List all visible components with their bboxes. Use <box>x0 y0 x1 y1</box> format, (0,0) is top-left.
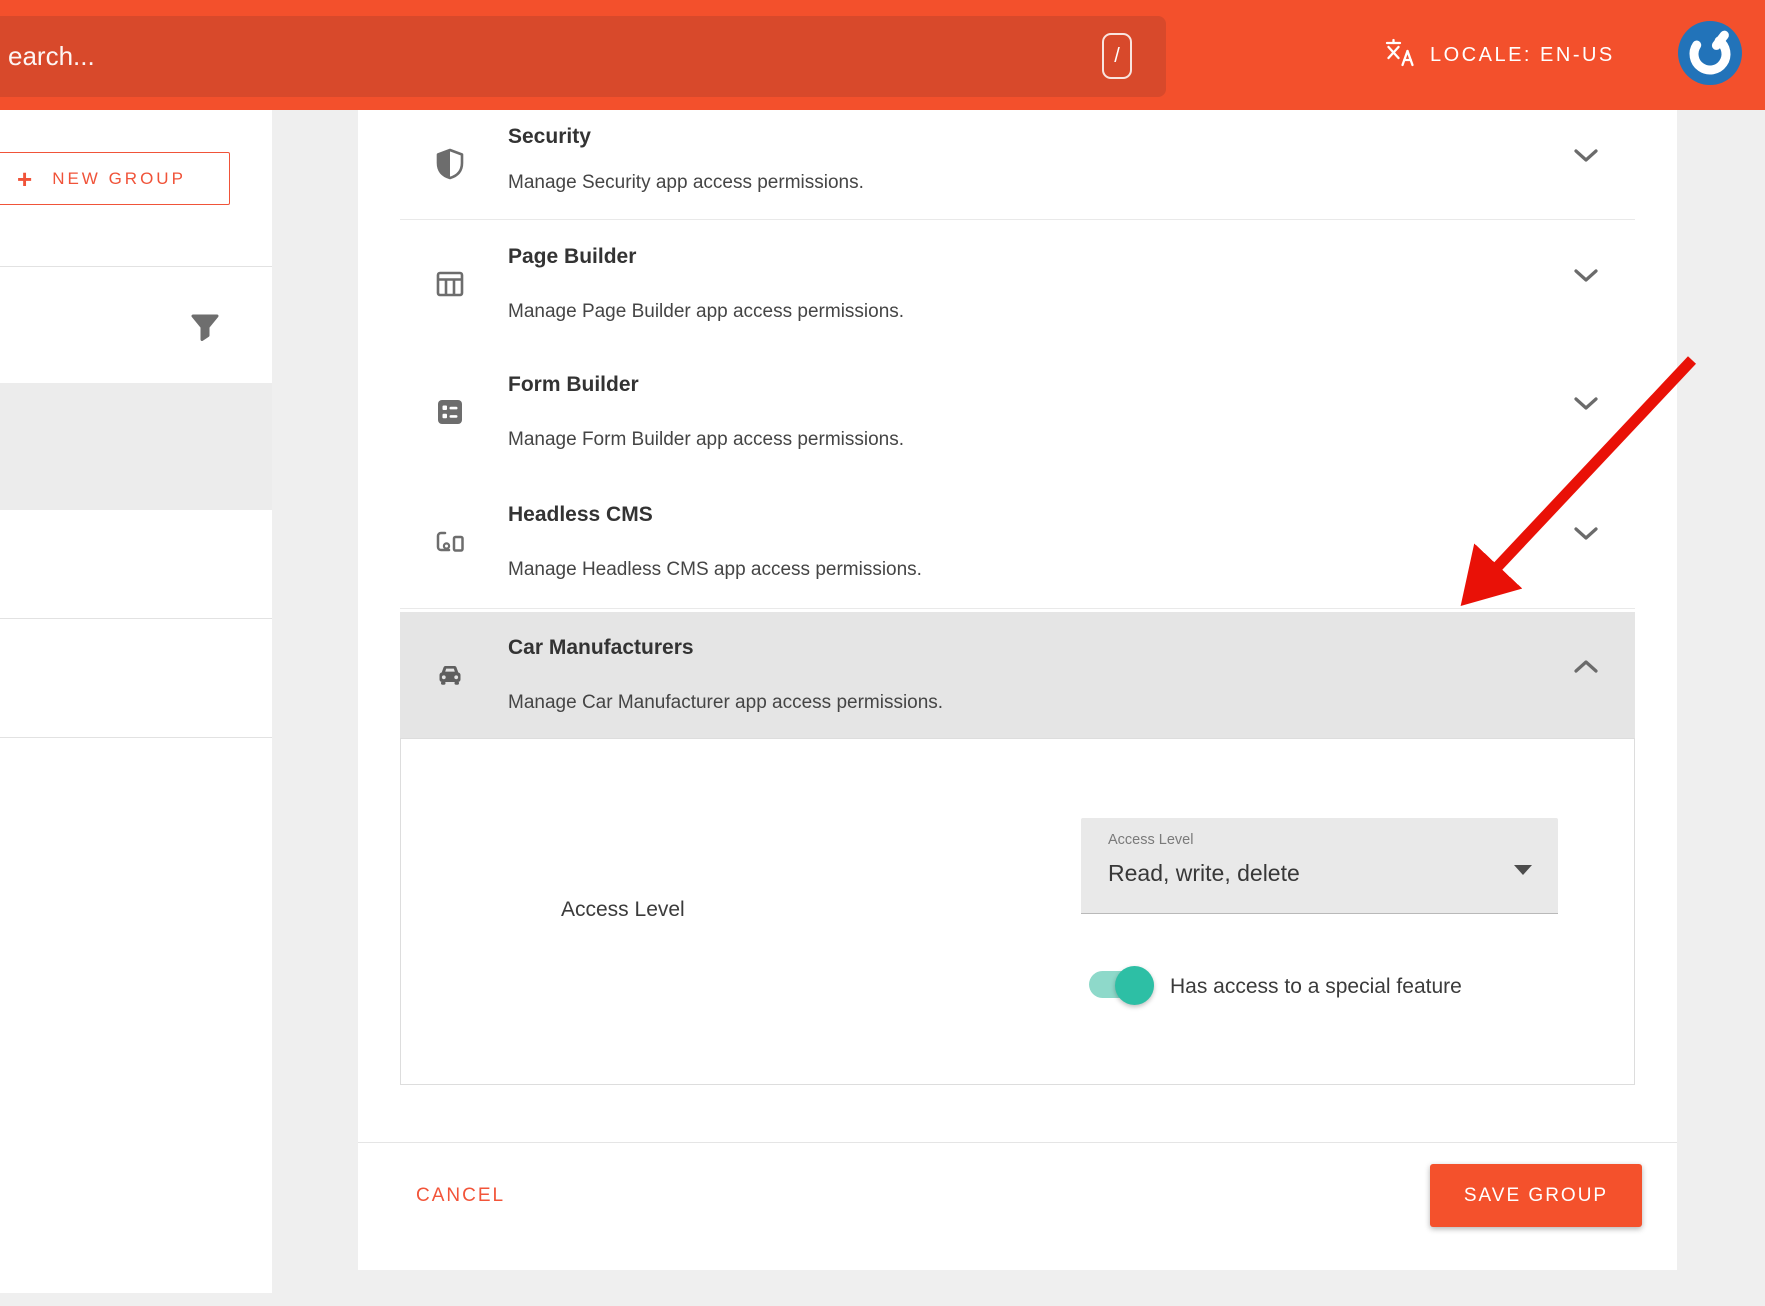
search-input-text: earch... <box>8 16 95 97</box>
layout-icon <box>433 267 467 301</box>
locale-label: LOCALE: EN-US <box>1430 44 1615 67</box>
access-level-field-label: Access Level <box>561 898 685 922</box>
group-list-item-selected[interactable] <box>0 383 272 510</box>
locale-selector[interactable]: LOCALE: EN-US <box>1384 0 1615 110</box>
chevron-down-icon[interactable] <box>1574 526 1598 558</box>
row-divider <box>400 608 1635 609</box>
group-list-item[interactable] <box>0 510 272 628</box>
translate-icon <box>1384 37 1416 74</box>
section-description: Manage Page Builder app access permissio… <box>508 302 904 322</box>
section-row-headless-cms[interactable]: Headless CMS Manage Headless CMS app acc… <box>358 477 1677 608</box>
group-list-item[interactable] <box>0 619 272 737</box>
footer-divider <box>358 1142 1677 1143</box>
section-title: Form Builder <box>508 374 639 396</box>
sidebar-divider <box>0 266 272 267</box>
topbar: earch... / LOCALE: EN-US <box>0 0 1765 110</box>
special-feature-toggle-knob[interactable] <box>1115 966 1154 1005</box>
cancel-button[interactable]: CANCEL <box>416 1185 505 1207</box>
app-logo[interactable] <box>1678 21 1742 85</box>
section-row-page-builder[interactable]: Page Builder Manage Page Builder app acc… <box>358 220 1677 348</box>
chevron-down-icon[interactable] <box>1574 148 1598 180</box>
app-root: earch... / LOCALE: EN-US <box>0 0 1765 1306</box>
new-group-label: NEW GROUP <box>52 169 186 189</box>
section-row-security[interactable]: Security Manage Security app access perm… <box>358 110 1677 219</box>
sidebar-divider <box>0 737 272 738</box>
special-feature-toggle-label: Has access to a special feature <box>1170 975 1462 999</box>
section-description: Manage Security app access permissions. <box>508 173 864 193</box>
permissions-card: Security Manage Security app access perm… <box>358 110 1677 1270</box>
section-description: Manage Car Manufacturer app access permi… <box>508 693 943 713</box>
car-manufacturers-settings-panel: Access Level Access Level Read, write, d… <box>400 738 1635 1085</box>
section-row-form-builder[interactable]: Form Builder Manage Form Builder app acc… <box>358 348 1677 477</box>
plus-icon: + <box>17 166 32 192</box>
form-icon <box>433 395 467 429</box>
section-description: Manage Headless CMS app access permissio… <box>508 560 922 580</box>
chevron-down-icon[interactable] <box>1574 396 1598 428</box>
keyboard-shortcut-badge: / <box>1102 33 1132 79</box>
save-group-button[interactable]: SAVE GROUP <box>1430 1164 1642 1227</box>
new-group-button[interactable]: + NEW GROUP <box>0 152 230 205</box>
section-title: Car Manufacturers <box>508 637 694 659</box>
filter-icon[interactable] <box>191 314 219 341</box>
shield-icon <box>433 147 467 181</box>
section-description: Manage Form Builder app access permissio… <box>508 430 904 450</box>
section-title: Page Builder <box>508 246 636 268</box>
chevron-up-icon[interactable] <box>1574 659 1598 691</box>
car-icon <box>433 658 467 692</box>
select-floating-label: Access Level <box>1108 832 1193 848</box>
section-title: Headless CMS <box>508 504 653 526</box>
search-input[interactable]: earch... / <box>0 16 1166 97</box>
devices-icon <box>433 525 467 559</box>
section-title: Security <box>508 126 591 148</box>
access-level-select[interactable]: Access Level Read, write, delete <box>1081 818 1558 914</box>
chevron-down-icon[interactable] <box>1574 268 1598 300</box>
sidebar: + NEW GROUP <box>0 110 272 1293</box>
dropdown-caret-icon <box>1514 865 1532 875</box>
section-row-car-manufacturers-expanded[interactable]: Car Manufacturers Manage Car Manufacture… <box>400 612 1635 738</box>
select-value: Read, write, delete <box>1108 860 1300 887</box>
